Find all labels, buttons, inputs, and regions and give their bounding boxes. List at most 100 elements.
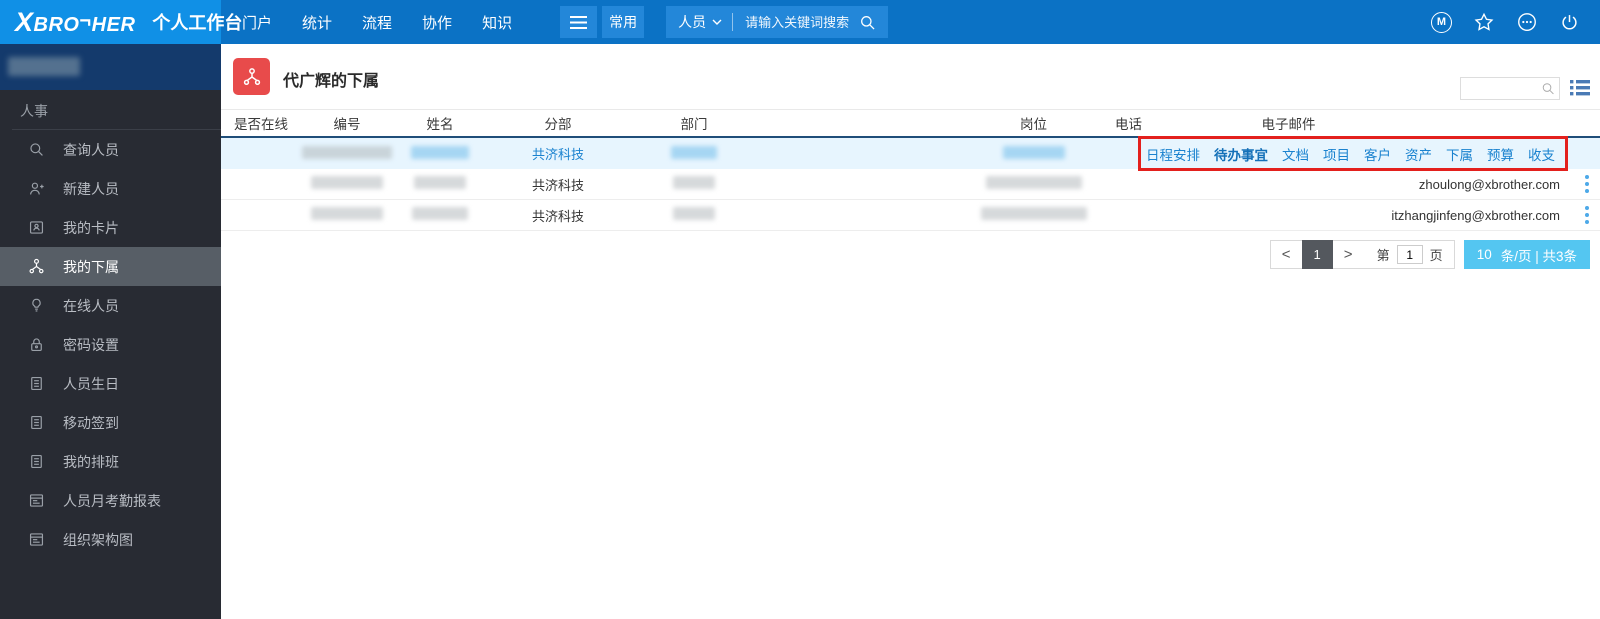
cell-name	[393, 176, 487, 192]
kebab-icon	[1585, 175, 1589, 179]
search-icon	[30, 143, 43, 156]
nav-item-collaboration[interactable]: 协作	[420, 12, 454, 33]
global-search: 人员	[666, 6, 889, 38]
more-icon	[1518, 13, 1536, 31]
sidebar-item-mobile-checkin[interactable]: 移动签到	[0, 403, 221, 442]
cell-position	[966, 207, 1101, 223]
search-submit[interactable]	[859, 14, 876, 31]
cell-branch[interactable]: 共济科技	[487, 175, 629, 194]
sidebar-header	[0, 44, 221, 90]
sidebar-item-org-chart[interactable]: 组织架构图	[0, 520, 221, 559]
sidebar: 人事 查询人员 新建人员 我的卡片 我的下属 在线人员 密码设置 人员生日 移动…	[0, 44, 221, 619]
sidebar-section-title: 人事	[20, 103, 48, 119]
logout-button[interactable]	[1559, 12, 1580, 33]
action-schedule[interactable]: 日程安排	[1146, 144, 1200, 164]
sidebar-item-my-schedule[interactable]: 我的排班	[0, 442, 221, 481]
user-add-icon	[29, 182, 44, 195]
redacted-text	[412, 207, 468, 220]
m-badge-icon[interactable]: M	[1431, 11, 1452, 33]
frequent-button[interactable]: 常用	[602, 6, 645, 38]
table-row[interactable]: 共济科技 itzhangjinfeng@xbrother.com	[221, 200, 1600, 231]
action-assets[interactable]: 资产	[1405, 144, 1432, 164]
org-icon	[243, 67, 260, 85]
star-icon	[1474, 12, 1494, 31]
action-income-expense[interactable]: 收支	[1528, 144, 1555, 164]
next-page-button[interactable]: >	[1333, 246, 1364, 263]
org-icon	[29, 258, 44, 274]
global-search-input[interactable]	[743, 13, 856, 31]
sidebar-item-search-personnel[interactable]: 查询人员	[0, 130, 221, 169]
sidebar-item-my-subordinates[interactable]: 我的下属	[0, 247, 221, 286]
redacted-text	[302, 145, 392, 159]
nav-item-knowledge[interactable]: 知识	[480, 12, 514, 33]
action-projects[interactable]: 项目	[1323, 144, 1350, 164]
table-row[interactable]: 共济科技 zhoulong@xbrother.com	[221, 169, 1600, 200]
action-budget[interactable]: 预算	[1487, 144, 1514, 164]
document-icon	[31, 376, 42, 391]
cell-department	[629, 145, 759, 162]
page-red-badge	[233, 58, 270, 95]
cell-email: itzhangjinfeng@xbrother.com	[1391, 207, 1560, 223]
cell-position	[966, 145, 1101, 162]
redacted-text	[311, 207, 383, 220]
col-email: 电子邮件	[1261, 117, 1316, 132]
sidebar-item-label: 我的排班	[63, 453, 119, 470]
sidebar-item-label: 人员月考勤报表	[63, 492, 161, 509]
sidebar-item-my-card[interactable]: 我的卡片	[0, 208, 221, 247]
table-row[interactable]: 共济科技 日程安排 待办事宜 文档 项目 客户 资产 下属 预算 收支	[221, 136, 1600, 171]
hamburger-icon	[570, 15, 588, 29]
search-category-label: 人员	[678, 14, 707, 30]
table-filter-input[interactable]	[1467, 80, 1541, 97]
lightbulb-icon	[32, 298, 41, 312]
page-jump-input[interactable]	[1396, 245, 1423, 264]
prev-page-button[interactable]: <	[1271, 246, 1302, 263]
action-todo[interactable]: 待办事宜	[1214, 144, 1268, 164]
search-category-dropdown[interactable]: 人员	[678, 12, 722, 32]
sidebar-item-monthly-attendance-report[interactable]: 人员月考勤报表	[0, 481, 221, 520]
sidebar-item-new-personnel[interactable]: 新建人员	[0, 169, 221, 208]
hamburger-menu-button[interactable]	[560, 6, 598, 38]
sidebar-item-label: 我的下属	[63, 258, 119, 275]
page-size-selector[interactable]: 10 条/页 | 共3条	[1463, 240, 1590, 269]
product-name: 个人工作台	[152, 13, 243, 33]
sidebar-item-online-personnel[interactable]: 在线人员	[0, 286, 221, 325]
nav-item-portal[interactable]: 门户	[240, 12, 274, 33]
search-divider	[732, 13, 734, 31]
report-icon	[29, 533, 44, 546]
brand-text: XXBROTHERBRO¬HER	[15, 6, 136, 37]
redacted-text	[980, 207, 1087, 220]
lock-icon	[31, 338, 42, 352]
chevron-down-icon	[712, 19, 722, 25]
sidebar-item-label: 我的卡片	[63, 219, 119, 236]
row-menu-button[interactable]	[1585, 206, 1589, 224]
action-subordinates[interactable]: 下属	[1446, 144, 1473, 164]
nav-item-workflow[interactable]: 流程	[360, 12, 394, 33]
list-view-button[interactable]	[1570, 79, 1590, 96]
favorites-button[interactable]	[1473, 11, 1495, 33]
current-page-button[interactable]: 1	[1301, 240, 1333, 269]
list-view-icon	[1570, 80, 1590, 96]
table-filter-box	[1460, 77, 1560, 100]
nav-item-stats[interactable]: 统计	[300, 12, 334, 33]
app-logo[interactable]: XXBROTHERBRO¬HER 个人工作台	[0, 0, 242, 44]
table-header-row: 是否在线 编号 姓名 分部 部门 岗位 电话 电子邮件	[221, 110, 1600, 138]
redacted-text	[1002, 145, 1065, 159]
action-documents[interactable]: 文档	[1282, 144, 1309, 164]
cell-name	[393, 207, 487, 223]
row-menu-button[interactable]	[1585, 175, 1589, 193]
cell-branch-link[interactable]: 共济科技	[487, 144, 629, 163]
cell-code	[301, 145, 393, 162]
sidebar-item-birthdays[interactable]: 人员生日	[0, 364, 221, 403]
sidebar-item-password-settings[interactable]: 密码设置	[0, 325, 221, 364]
action-customers[interactable]: 客户	[1364, 144, 1391, 164]
cell-branch[interactable]: 共济科技	[487, 206, 629, 225]
pagination: < 1 > 第 页 10 条/页 | 共3条	[221, 240, 1600, 269]
magnifier-icon[interactable]	[1541, 81, 1555, 96]
main-content: 代广辉的下属 是否在线 编号 姓名 分部 部门 岗位 电话 电子邮件 共济科技 …	[221, 44, 1600, 619]
col-position: 岗位	[1020, 117, 1047, 132]
redacted-text	[8, 57, 80, 76]
more-button[interactable]	[1516, 11, 1538, 33]
redacted-text	[311, 176, 383, 189]
cell-position	[966, 176, 1101, 192]
pagination-group: < 1 > 第 页	[1269, 240, 1455, 269]
